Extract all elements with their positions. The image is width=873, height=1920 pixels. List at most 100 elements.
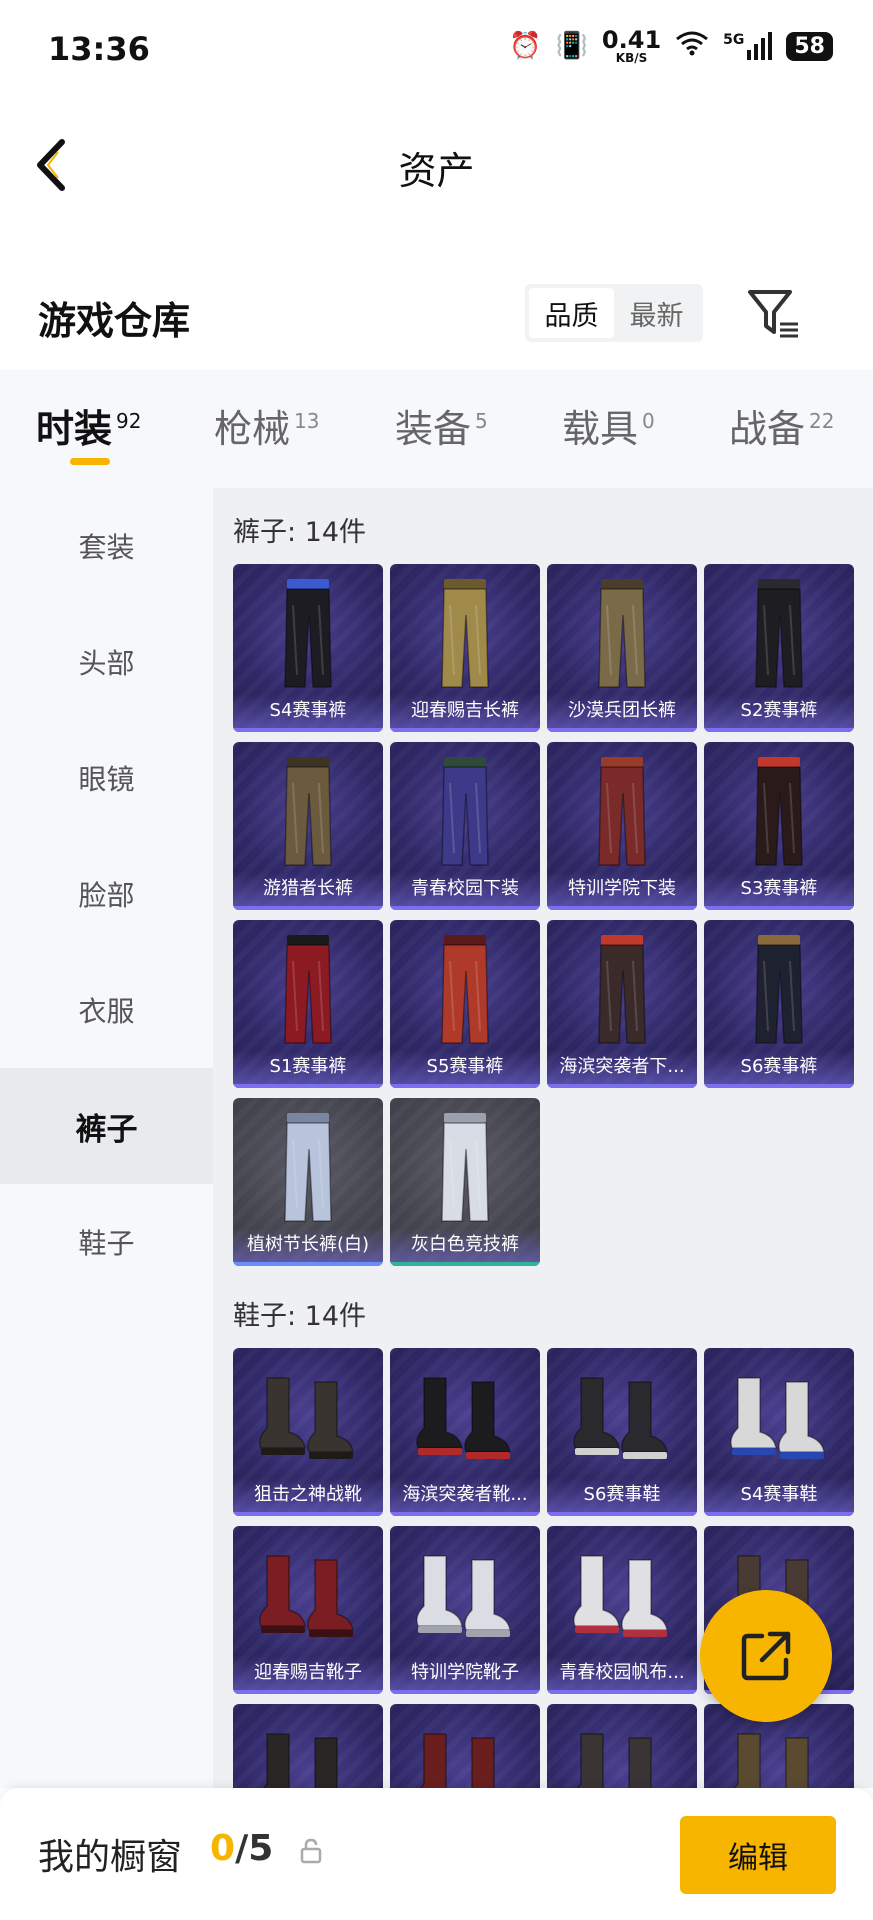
pants-item-label: S3赛事裤 <box>704 872 854 906</box>
shoes-item-label: 狙击之神战靴 <box>233 1478 383 1512</box>
pants-item-label: 海滨突袭者下... <box>547 1050 697 1084</box>
pants-item-image <box>704 748 854 876</box>
shoes-item-image <box>233 1354 383 1482</box>
pants-item-label: S5赛事裤 <box>390 1050 540 1084</box>
tab-fashion[interactable]: 时装 92 <box>36 398 141 453</box>
sidebar-item-shoes[interactable]: 鞋子 <box>0 1184 213 1300</box>
shoes-item-card[interactable] <box>233 1704 383 1788</box>
sidebar-item-clothes[interactable]: 衣服 <box>0 952 213 1068</box>
shoes-item-card[interactable]: 狙击之神战靴 <box>233 1348 383 1516</box>
sidebar-item-sets[interactable]: 套装 <box>0 488 213 604</box>
shoes-item-image <box>547 1710 697 1788</box>
shoes-item-image <box>704 1354 854 1482</box>
sort-quality-option[interactable]: 品质 <box>529 288 614 338</box>
pants-item-image <box>547 926 697 1054</box>
pants-item-image <box>233 748 383 876</box>
sort-newest-option[interactable]: 最新 <box>614 288 699 338</box>
section-title: 游戏仓库 <box>38 299 191 343</box>
pants-item-image <box>233 1104 383 1232</box>
category-tabs: 时装 92 枪械 13 装备 5 载具 0 战备 22 <box>0 370 873 488</box>
pants-item-label: 植树节长裤(白) <box>233 1228 383 1262</box>
pants-item-card[interactable]: 迎春赐吉长裤 <box>390 564 540 732</box>
pants-item-card[interactable]: 海滨突袭者下... <box>547 920 697 1088</box>
sidebar-item-glasses[interactable]: 眼镜 <box>0 720 213 836</box>
shoes-item-card[interactable]: 迎春赐吉靴子 <box>233 1526 383 1694</box>
shoes-item-card[interactable]: 青春校园帆布... <box>547 1526 697 1694</box>
sidebar-item-face[interactable]: 脸部 <box>0 836 213 952</box>
sidebar-item-pants[interactable]: 裤子 <box>0 1068 213 1184</box>
share-button[interactable] <box>700 1590 832 1722</box>
pants-item-card[interactable]: 特训学院下装 <box>547 742 697 910</box>
pants-item-label: 迎春赐吉长裤 <box>390 694 540 728</box>
pants-item-card[interactable]: S4赛事裤 <box>233 564 383 732</box>
pants-item-label: S2赛事裤 <box>704 694 854 728</box>
filter-button[interactable] <box>744 284 804 344</box>
showcase-count: 0/5 <box>210 1828 274 1869</box>
pants-item-label: S6赛事裤 <box>704 1050 854 1084</box>
section-header: 游戏仓库 品质 最新 <box>0 270 873 370</box>
pants-item-image <box>547 748 697 876</box>
shoes-item-card[interactable]: 海滨突袭者靴... <box>390 1348 540 1516</box>
group-title-pants: 裤子: 14件 <box>233 517 367 548</box>
status-bar: 13:36 ⏰ 📳 0.41 KB/S 5G 58 <box>0 0 873 100</box>
pants-item-label: S4赛事裤 <box>233 694 383 728</box>
pants-item-image <box>390 1104 540 1232</box>
shoes-item-label: 迎春赐吉靴子 <box>233 1656 383 1690</box>
net-speed: 0.41 KB/S <box>601 26 662 65</box>
shoes-item-card[interactable] <box>547 1704 697 1788</box>
shoes-item-card[interactable]: 特训学院靴子 <box>390 1526 540 1694</box>
share-icon <box>741 1631 791 1681</box>
bottom-bar: 我的橱窗 0/5 编辑 <box>0 1788 873 1920</box>
pants-item-card[interactable]: 植树节长裤(白) <box>233 1098 383 1266</box>
pants-item-image <box>390 748 540 876</box>
shoes-item-label: S6赛事鞋 <box>547 1478 697 1512</box>
shoes-item-image <box>233 1532 383 1660</box>
pants-item-card[interactable]: 游猎者长裤 <box>233 742 383 910</box>
battery-icon: 58 <box>786 31 833 61</box>
pants-item-card[interactable]: S6赛事裤 <box>704 920 854 1088</box>
shoes-item-image <box>547 1532 697 1660</box>
showcase-label: 我的橱窗 <box>38 1837 183 1878</box>
pants-item-label: 青春校园下装 <box>390 872 540 906</box>
signal-icon: 5G <box>723 32 773 60</box>
pants-item-card[interactable]: S1赛事裤 <box>233 920 383 1088</box>
pants-item-image <box>233 570 383 698</box>
shoes-item-image <box>390 1532 540 1660</box>
vibrate-icon: 📳 <box>555 31 588 61</box>
pants-item-card[interactable]: S2赛事裤 <box>704 564 854 732</box>
pants-item-card[interactable]: S5赛事裤 <box>390 920 540 1088</box>
shoes-item-label: 特训学院靴子 <box>390 1656 540 1690</box>
shoes-item-card[interactable] <box>390 1704 540 1788</box>
pants-item-image <box>704 570 854 698</box>
shoes-item-card[interactable]: S6赛事鞋 <box>547 1348 697 1516</box>
tab-indicator <box>70 458 110 465</box>
pants-item-card[interactable]: 灰白色竞技裤 <box>390 1098 540 1266</box>
pants-item-card[interactable]: S3赛事裤 <box>704 742 854 910</box>
pants-item-image <box>390 926 540 1054</box>
pants-item-card[interactable]: 沙漠兵团长裤 <box>547 564 697 732</box>
shoes-item-image <box>233 1710 383 1788</box>
pants-item-card[interactable]: 青春校园下装 <box>390 742 540 910</box>
tab-weapons[interactable]: 枪械 13 <box>214 398 319 453</box>
tab-equipment[interactable]: 装备 5 <box>395 398 488 453</box>
lock-icon <box>300 1838 322 1864</box>
pants-item-image <box>547 570 697 698</box>
sidebar-item-head[interactable]: 头部 <box>0 604 213 720</box>
pants-item-image <box>390 570 540 698</box>
pants-item-label: 沙漠兵团长裤 <box>547 694 697 728</box>
shoes-item-image <box>390 1354 540 1482</box>
sort-toggle: 品质 最新 <box>525 284 703 342</box>
shoes-item-card[interactable]: S4赛事鞋 <box>704 1348 854 1516</box>
alarm-icon: ⏰ <box>509 31 542 61</box>
page-title: 资产 <box>398 149 475 193</box>
shoes-item-image <box>704 1710 854 1788</box>
pants-item-image <box>233 926 383 1054</box>
edit-button[interactable]: 编辑 <box>680 1816 836 1894</box>
shoes-item-image <box>390 1710 540 1788</box>
status-icons: ⏰ 📳 0.41 KB/S 5G 58 <box>509 28 833 64</box>
filter-icon <box>748 290 798 338</box>
tab-vehicles[interactable]: 载具 0 <box>562 398 655 453</box>
app-header: 资产 <box>0 110 873 220</box>
tab-supplies[interactable]: 战备 22 <box>729 398 834 453</box>
pants-item-label: 灰白色竞技裤 <box>390 1228 540 1262</box>
